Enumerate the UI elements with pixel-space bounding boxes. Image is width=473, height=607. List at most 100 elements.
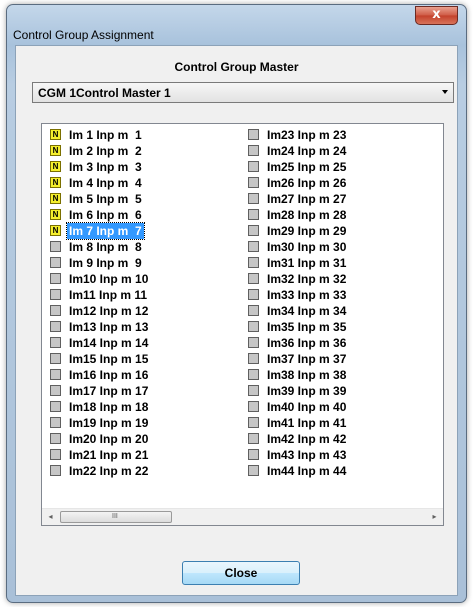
list-item[interactable]: N Im 3 Inp m 3 (50, 159, 240, 175)
item-checkbox[interactable] (50, 273, 61, 284)
list-item[interactable]: Im32 Inp m 32 (248, 271, 438, 287)
list-item[interactable]: Im29 Inp m 29 (248, 223, 438, 239)
list-item[interactable]: Im35 Inp m 35 (248, 319, 438, 335)
list-item[interactable]: Im33 Inp m 33 (248, 287, 438, 303)
item-checkbox[interactable] (248, 401, 259, 412)
item-checkbox[interactable]: N (50, 209, 61, 220)
item-checkbox[interactable] (50, 305, 61, 316)
list-item[interactable]: Im44 Inp m 44 (248, 463, 438, 479)
list-item[interactable]: Im28 Inp m 28 (248, 207, 438, 223)
scroll-right-icon[interactable]: ▸ (426, 509, 443, 525)
scrollbar-thumb[interactable]: III (60, 511, 172, 523)
item-checkbox[interactable] (50, 385, 61, 396)
list-item[interactable]: N Im 6 Inp m 6 (50, 207, 240, 223)
item-checkbox[interactable]: N (50, 193, 61, 204)
item-checkbox[interactable]: N (50, 177, 61, 188)
list-item[interactable]: Im34 Inp m 34 (248, 303, 438, 319)
list-item[interactable]: N Im 2 Inp m 2 (50, 143, 240, 159)
list-item[interactable]: N Im 4 Inp m 4 (50, 175, 240, 191)
item-checkbox[interactable] (248, 273, 259, 284)
item-checkbox[interactable] (248, 449, 259, 460)
item-checkbox[interactable]: N (50, 129, 61, 140)
item-checkbox[interactable] (248, 305, 259, 316)
list-item[interactable]: Im36 Inp m 36 (248, 335, 438, 351)
item-checkbox[interactable] (248, 353, 259, 364)
list-item[interactable]: Im39 Inp m 39 (248, 383, 438, 399)
list-item[interactable]: Im19 Inp m 19 (50, 415, 240, 431)
list-item[interactable]: Im37 Inp m 37 (248, 351, 438, 367)
list-item[interactable]: Im23 Inp m 23 (248, 127, 438, 143)
item-checkbox[interactable] (50, 369, 61, 380)
item-checkbox[interactable] (50, 353, 61, 364)
list-item[interactable]: Im24 Inp m 24 (248, 143, 438, 159)
item-checkbox[interactable] (50, 289, 61, 300)
item-checkbox[interactable] (248, 177, 259, 188)
list-item[interactable]: Im25 Inp m 25 (248, 159, 438, 175)
list-item[interactable]: Im 9 Inp m 9 (50, 255, 240, 271)
list-item[interactable]: Im40 Inp m 40 (248, 399, 438, 415)
item-checkbox[interactable] (248, 465, 259, 476)
item-checkbox[interactable] (248, 337, 259, 348)
list-item[interactable]: Im12 Inp m 12 (50, 303, 240, 319)
list-item[interactable]: Im14 Inp m 14 (50, 335, 240, 351)
list-item[interactable]: Im38 Inp m 38 (248, 367, 438, 383)
item-checkbox[interactable] (248, 161, 259, 172)
item-checkbox[interactable] (248, 369, 259, 380)
list-item[interactable]: Im17 Inp m 17 (50, 383, 240, 399)
list-item[interactable]: Im18 Inp m 18 (50, 399, 240, 415)
list-item[interactable]: N Im 5 Inp m 5 (50, 191, 240, 207)
item-checkbox[interactable] (248, 241, 259, 252)
item-checkbox[interactable] (50, 417, 61, 428)
item-checkbox[interactable] (50, 465, 61, 476)
horizontal-scrollbar[interactable]: ◂ III ▸ (42, 508, 443, 525)
list-item[interactable]: Im 8 Inp m 8 (50, 239, 240, 255)
list-item[interactable]: Im30 Inp m 30 (248, 239, 438, 255)
item-checkbox[interactable] (248, 433, 259, 444)
list-item[interactable]: Im31 Inp m 31 (248, 255, 438, 271)
list-item[interactable]: Im16 Inp m 16 (50, 367, 240, 383)
close-button[interactable]: Close (182, 561, 300, 585)
item-label: Im37 Inp m 37 (267, 352, 347, 366)
list-item[interactable]: Im43 Inp m 43 (248, 447, 438, 463)
list-item[interactable]: Im22 Inp m 22 (50, 463, 240, 479)
item-checkbox[interactable] (50, 401, 61, 412)
list-item[interactable]: N Im 1 Inp m 1 (50, 127, 240, 143)
list-item[interactable]: Im20 Inp m 20 (50, 431, 240, 447)
item-checkbox[interactable] (248, 321, 259, 332)
item-checkbox[interactable] (248, 417, 259, 428)
item-checkbox[interactable] (50, 449, 61, 460)
item-checkbox[interactable] (248, 193, 259, 204)
master-select[interactable]: CGM 1Control Master 1 (32, 82, 454, 103)
item-checkbox[interactable] (248, 289, 259, 300)
window-close-button[interactable]: x (415, 6, 458, 25)
item-checkbox[interactable] (50, 337, 61, 348)
item-checkbox[interactable] (50, 241, 61, 252)
item-checkbox[interactable] (248, 257, 259, 268)
list-item[interactable]: Im11 Inp m 11 (50, 287, 240, 303)
item-checkbox[interactable] (50, 257, 61, 268)
item-checkbox[interactable] (50, 433, 61, 444)
list-item[interactable]: Im15 Inp m 15 (50, 351, 240, 367)
list-item[interactable]: Im21 Inp m 21 (50, 447, 240, 463)
item-checkbox[interactable] (248, 129, 259, 140)
item-checkbox[interactable]: N (50, 225, 61, 236)
chevron-down-icon[interactable] (442, 90, 448, 94)
input-checklist[interactable]: ◂ III ▸ N Im 1 Inp m 1 N Im 2 Inp m 2 N Im 3 … (41, 123, 444, 526)
item-checkbox[interactable] (248, 385, 259, 396)
item-label: Im17 Inp m 17 (69, 384, 149, 398)
list-item[interactable]: Im13 Inp m 13 (50, 319, 240, 335)
scroll-left-icon[interactable]: ◂ (42, 509, 59, 525)
item-checkbox[interactable] (248, 145, 259, 156)
item-checkbox[interactable] (248, 225, 259, 236)
item-checkbox[interactable]: N (50, 161, 61, 172)
list-item[interactable]: N Im 7 Inp m 7 (50, 222, 240, 240)
list-item[interactable]: Im42 Inp m 42 (248, 431, 438, 447)
list-item[interactable]: Im41 Inp m 41 (248, 415, 438, 431)
item-checkbox[interactable]: N (50, 145, 61, 156)
title-bar[interactable]: Control Group Assignment x (7, 5, 466, 45)
list-item[interactable]: Im26 Inp m 26 (248, 175, 438, 191)
list-item[interactable]: Im27 Inp m 27 (248, 191, 438, 207)
list-item[interactable]: Im10 Inp m 10 (50, 271, 240, 287)
item-checkbox[interactable] (248, 209, 259, 220)
item-checkbox[interactable] (50, 321, 61, 332)
